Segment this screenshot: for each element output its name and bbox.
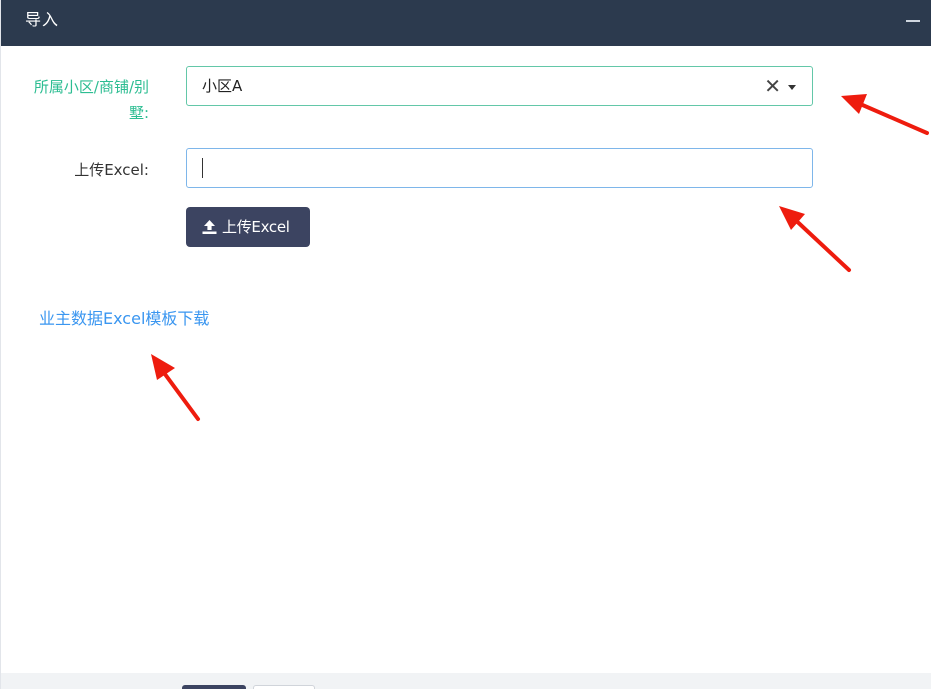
upload-excel-input[interactable] xyxy=(186,148,813,188)
footer-cancel-button[interactable] xyxy=(253,685,315,689)
template-download-link[interactable]: 业主数据Excel模板下载 xyxy=(39,307,209,331)
import-dialog: 导入 所属小区/商铺/别墅: 小区A ✕ 上传Excel: 上传Excel 业主… xyxy=(0,0,931,689)
upload-excel-label: 上传Excel: xyxy=(74,161,149,179)
red-arrow-annotation xyxy=(841,94,929,135)
footer-confirm-button[interactable] xyxy=(182,685,246,689)
title-bar: 导入 xyxy=(1,0,931,46)
upload-icon xyxy=(202,220,217,234)
red-arrow-annotation xyxy=(151,354,200,421)
community-select[interactable]: 小区A ✕ xyxy=(186,66,813,106)
dialog-title: 导入 xyxy=(25,10,60,29)
red-arrow-annotation xyxy=(779,206,851,272)
minimize-icon[interactable] xyxy=(906,20,920,22)
upload-excel-button[interactable]: 上传Excel xyxy=(186,207,310,247)
text-cursor xyxy=(202,158,203,178)
dialog-footer xyxy=(1,673,931,689)
chevron-down-icon[interactable] xyxy=(788,85,796,90)
community-label: 所属小区/商铺/别墅: xyxy=(33,78,149,122)
upload-excel-button-label: 上传Excel xyxy=(222,218,290,236)
clear-icon[interactable]: ✕ xyxy=(764,73,781,99)
community-selected-value: 小区A xyxy=(202,77,243,95)
